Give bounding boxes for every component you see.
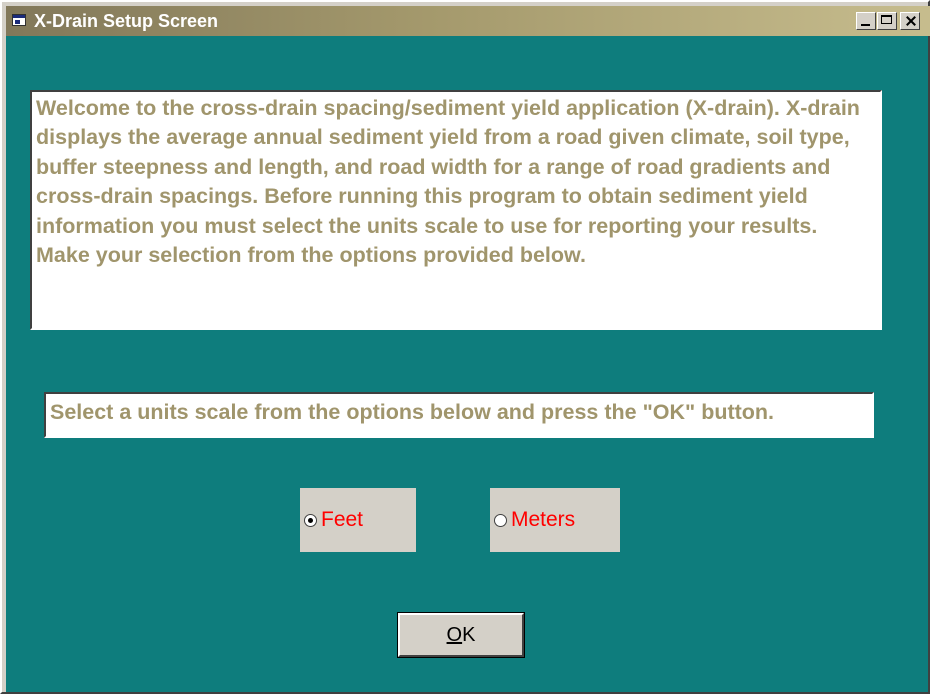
ok-button[interactable]: OK	[397, 612, 525, 658]
minimize-icon[interactable]	[856, 12, 876, 30]
instruction-text-box: Select a units scale from the options be…	[44, 392, 874, 438]
meters-radio-label: Meters	[511, 508, 576, 531]
setup-window: X-Drain Setup Screen Welcome to the cros…	[0, 0, 930, 694]
feet-radio-label: Feet	[321, 508, 364, 531]
welcome-text-box: Welcome to the cross-drain spacing/sedim…	[30, 90, 882, 330]
close-icon[interactable]	[900, 12, 920, 30]
ok-button-mnemonic: O	[446, 623, 463, 646]
client-area: Welcome to the cross-drain spacing/sedim…	[6, 36, 928, 692]
feet-radio-option[interactable]: Feet	[300, 488, 416, 552]
ok-button-label-rest: K	[462, 623, 476, 646]
window-app-icon[interactable]	[12, 14, 26, 26]
title-bar[interactable]: X-Drain Setup Screen	[6, 6, 930, 36]
feet-radio-button[interactable]	[304, 513, 317, 527]
meters-radio-option[interactable]: Meters	[490, 488, 620, 552]
maximize-icon[interactable]	[877, 12, 897, 30]
window-title: X-Drain Setup Screen	[34, 11, 219, 31]
meters-radio-button[interactable]	[494, 513, 507, 527]
